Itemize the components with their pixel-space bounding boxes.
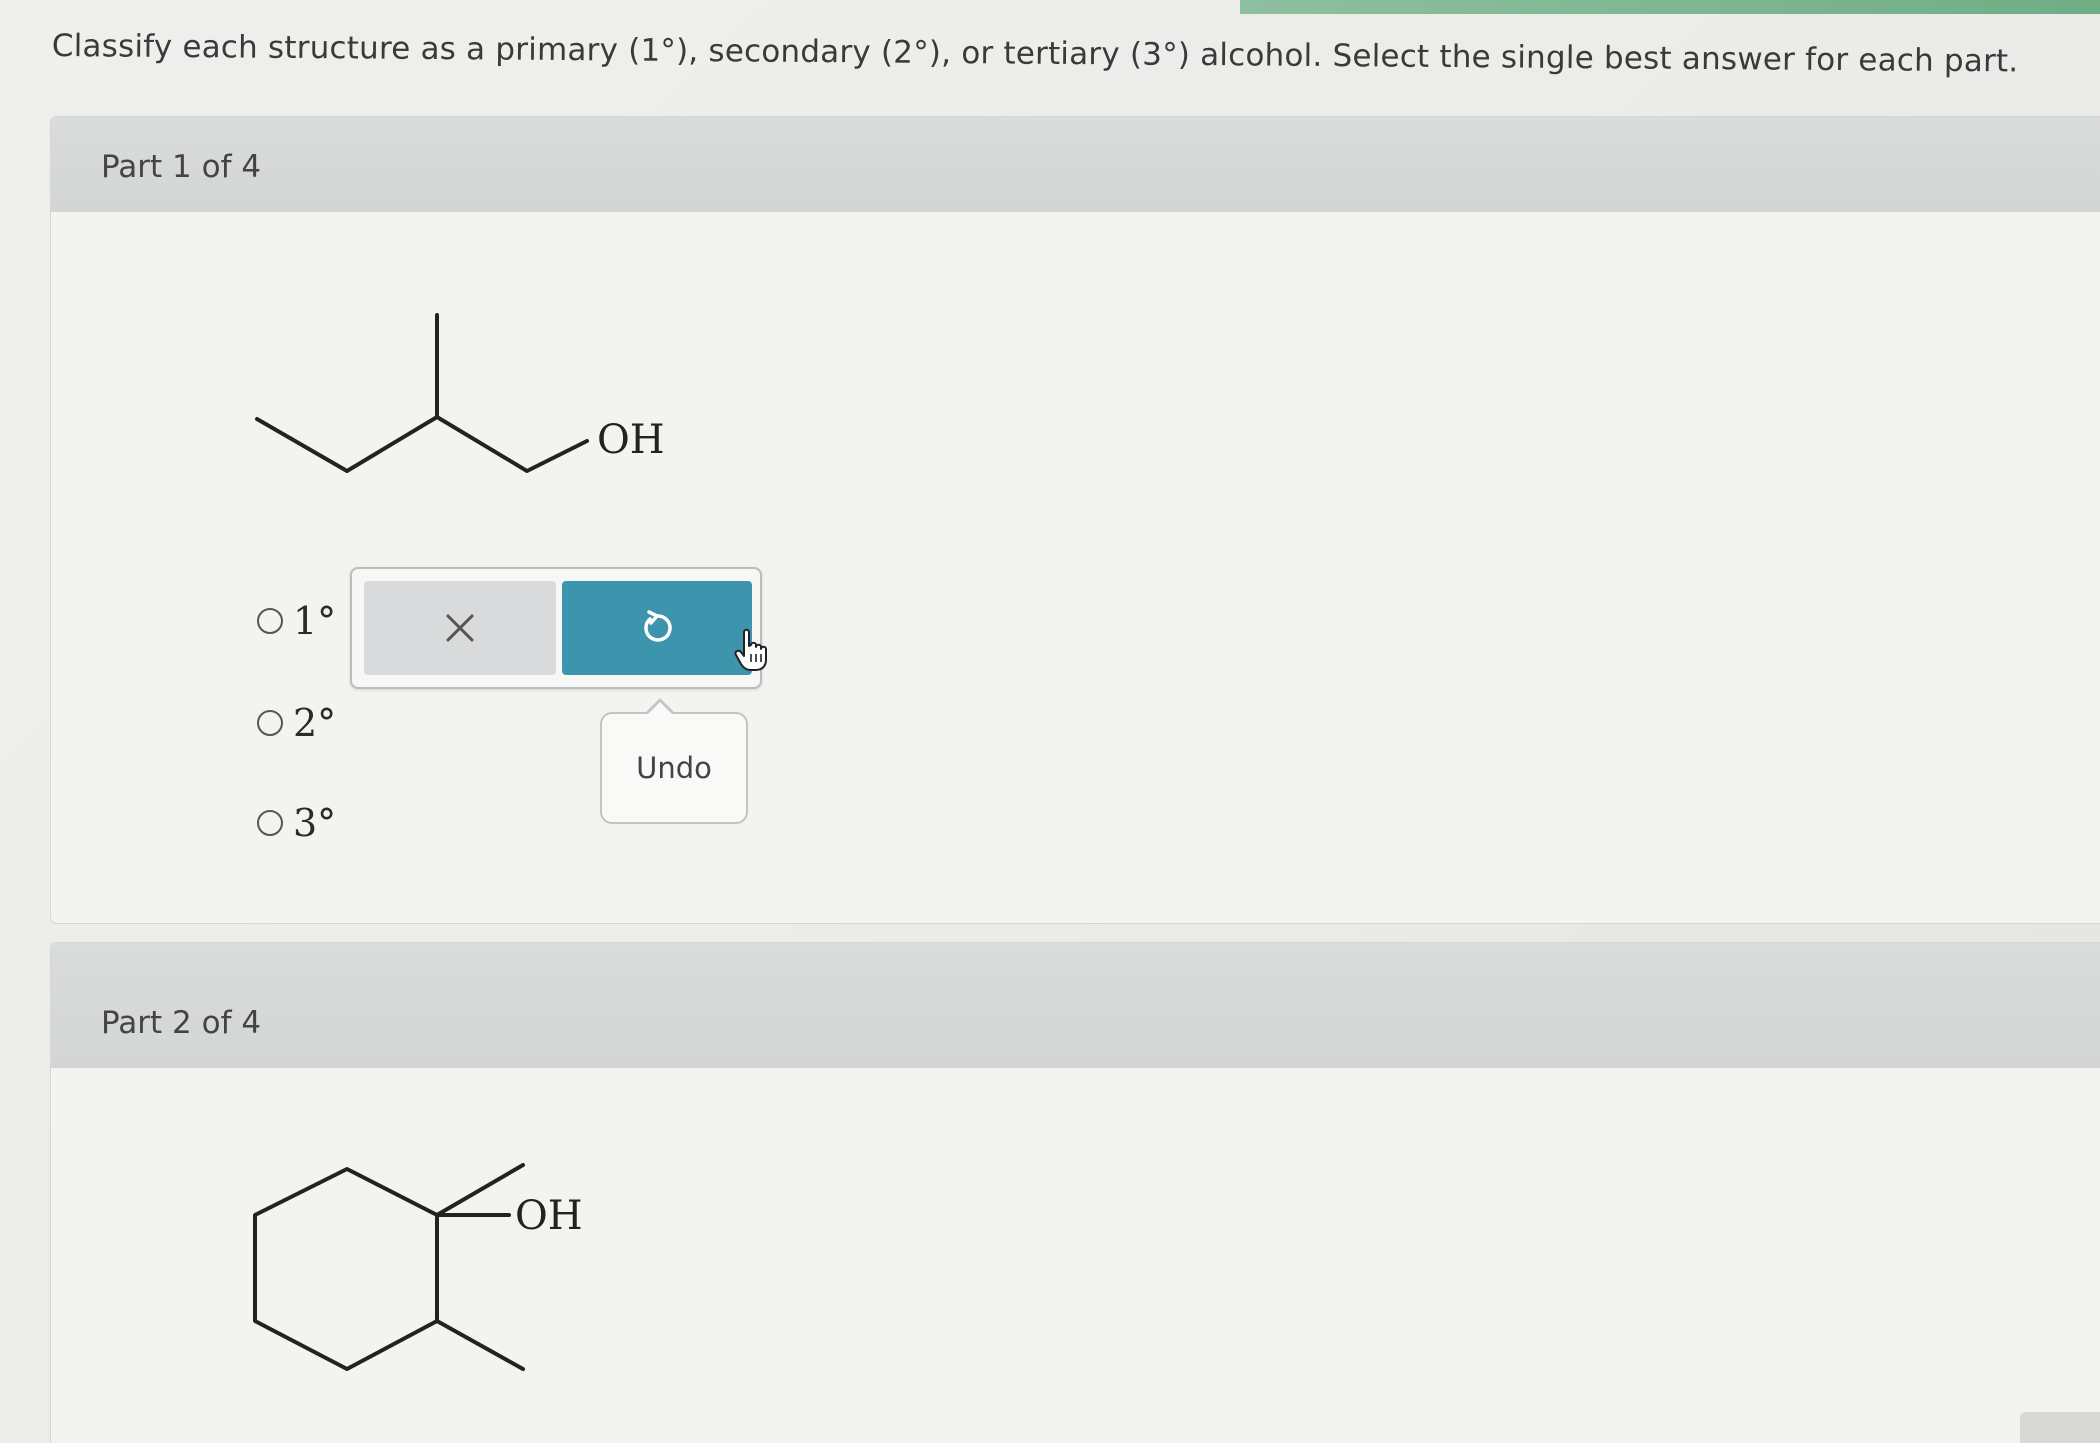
- close-icon: [446, 614, 474, 642]
- option-primary-label: 1°: [293, 599, 337, 643]
- part-2-title: Part 2 of 4: [101, 1005, 262, 1041]
- undo-button[interactable]: [562, 581, 752, 675]
- hand-pointer-cursor-icon: [734, 628, 767, 671]
- hydroxyl-label: OH: [515, 1193, 583, 1239]
- radio-secondary[interactable]: [257, 710, 283, 736]
- part-2-panel: Part 2 of 4 OH: [50, 942, 2100, 1443]
- page: Classify each structure as a primary (1°…: [0, 0, 2100, 1443]
- answer-toolbar: [350, 567, 762, 689]
- part-2-molecule-structure: OH: [253, 1163, 583, 1371]
- carbon-skeleton: [255, 415, 589, 473]
- hydroxyl-label: OH: [597, 417, 665, 463]
- option-secondary-label: 2°: [293, 701, 337, 745]
- cyclohexane-ring: [253, 1167, 439, 1371]
- methyl-bottom: [435, 1319, 525, 1371]
- undo-tooltip: Undo: [600, 698, 748, 824]
- part-1-title: Part 1 of 4: [101, 149, 262, 185]
- option-secondary[interactable]: 2°: [257, 701, 336, 745]
- part-1-header: Part 1 of 4: [51, 117, 2100, 212]
- option-primary[interactable]: 1°: [257, 599, 336, 643]
- part-2-header: Part 2 of 4: [51, 943, 2100, 1068]
- undo-icon: [644, 610, 672, 642]
- radio-tertiary[interactable]: [257, 810, 283, 836]
- bottom-edge-shadow: [2020, 1412, 2100, 1443]
- clear-button[interactable]: [364, 581, 556, 675]
- option-tertiary-label: 3°: [293, 801, 337, 845]
- radio-primary[interactable]: [257, 608, 283, 634]
- question-instructions: Classify each structure as a primary (1°…: [51, 28, 2019, 80]
- part-1-molecule-structure: OH: [255, 313, 665, 473]
- methyl-top: [435, 1163, 525, 1217]
- part-1-panel: Part 1 of 4 OH 1° 2° 3°: [50, 116, 2100, 924]
- option-tertiary[interactable]: 3°: [257, 801, 336, 845]
- top-accent-bar: [1240, 0, 2100, 14]
